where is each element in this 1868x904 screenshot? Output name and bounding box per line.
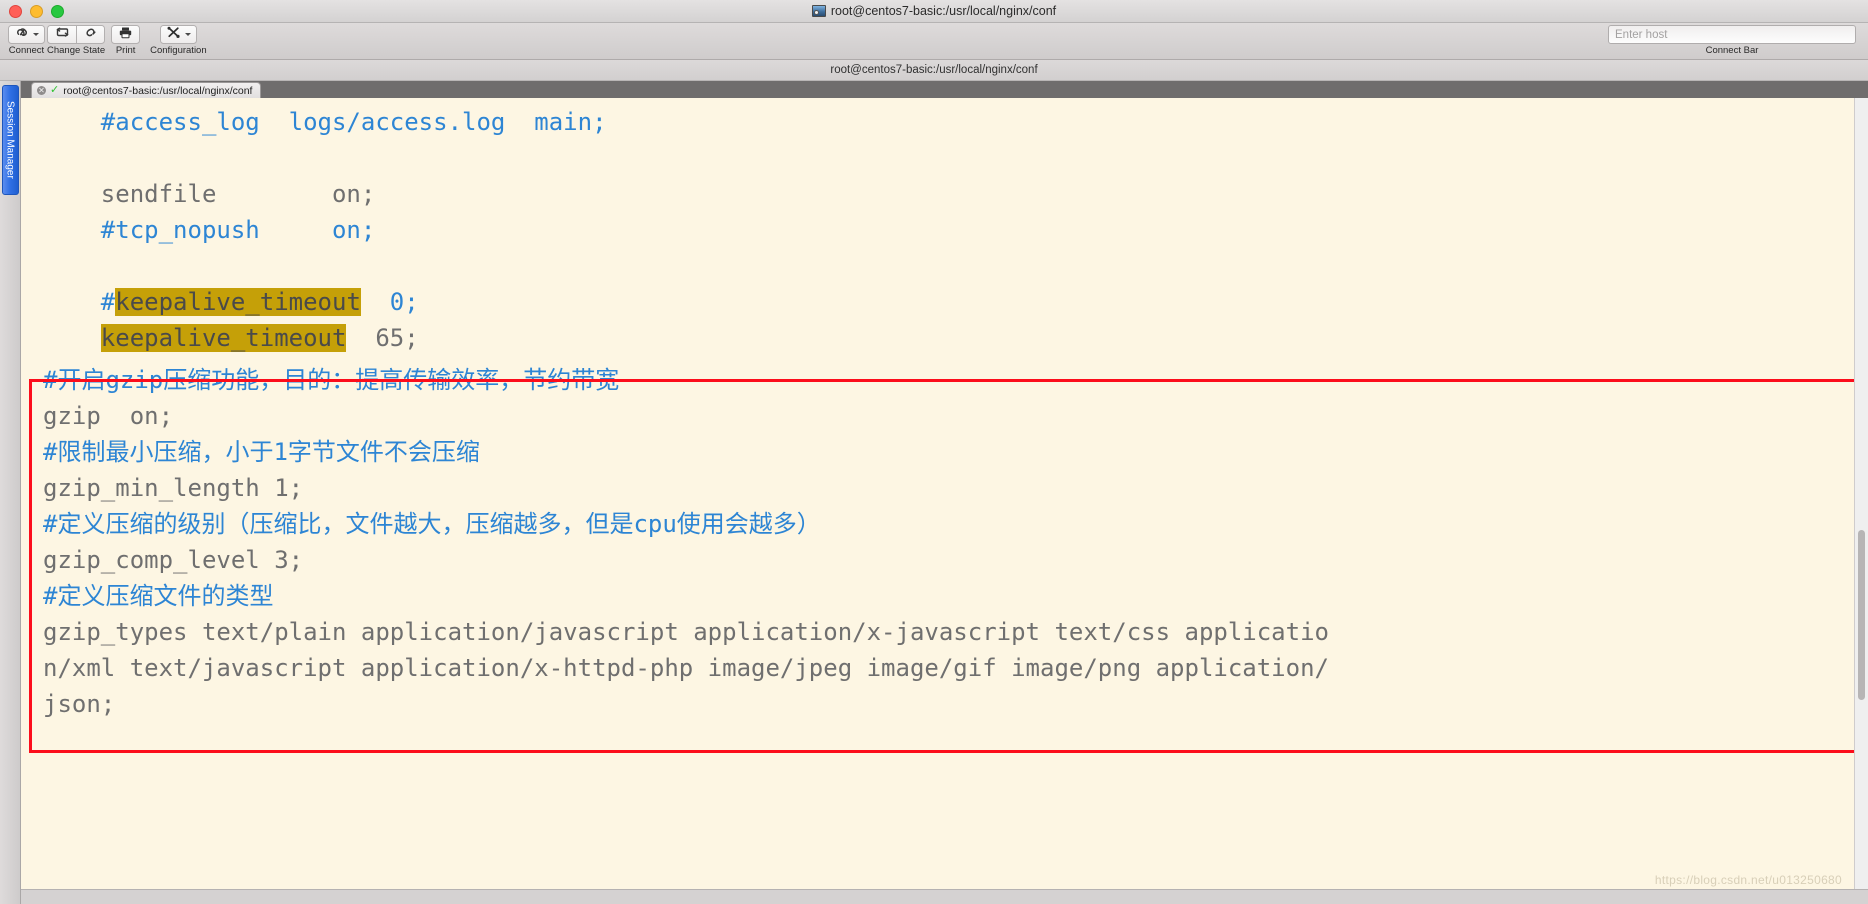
terminal-output[interactable]: #access_log logs/access.log main; sendfi… [21, 98, 1854, 889]
window-title: root@centos7-basic:/usr/local/nginx/conf [830, 4, 1057, 18]
main-toolbar: Connect Change State Print Configuration… [0, 23, 1868, 60]
terminal-scrollbar[interactable] [1854, 98, 1868, 889]
session-path-text: root@centos7-basic:/usr/local/nginx/conf [830, 64, 1038, 76]
tab-session-0[interactable]: ✕ ✓ root@centos7-basic:/usr/local/nginx/… [31, 82, 262, 98]
disconnect-button[interactable] [76, 25, 106, 44]
terminal-line: json; [21, 686, 1854, 722]
session-path-bar: root@centos7-basic:/usr/local/nginx/conf [0, 60, 1868, 81]
terminal-search-highlight: keepalive_timeout [115, 288, 361, 316]
chevron-down-icon[interactable] [33, 33, 39, 36]
terminal-window-icon [811, 5, 826, 17]
terminal-line: gzip_min_length 1; [21, 470, 1854, 506]
sidebar-item-session-manager[interactable]: Session Manager [1, 85, 19, 195]
terminal-area: #access_log logs/access.log main; sendfi… [21, 98, 1868, 889]
terminal-line-text: gzip_min_length 1; [43, 474, 304, 502]
terminal-line-text: gzip on; [43, 402, 174, 430]
print-label: Print [115, 45, 136, 56]
check-icon: ✓ [50, 84, 60, 96]
terminal-line-text [43, 144, 57, 172]
terminal-line-text: sendfile on; [43, 180, 376, 208]
app-body: Session Manager ✕ ✓ root@centos7-basic:/… [0, 81, 1868, 904]
watermark-text: https://blog.csdn.net/u013250680 [1654, 873, 1842, 887]
terminal-line-text: #限制最小压缩，小于1字节文件不会压缩 [43, 438, 480, 466]
close-window-button[interactable] [9, 4, 22, 18]
tab-strip: ✕ ✓ root@centos7-basic:/usr/local/nginx/… [21, 81, 1868, 98]
terminal-line-indent [43, 324, 101, 352]
connect-label: Connect [8, 45, 45, 56]
printer-icon [118, 26, 133, 44]
boxed-config-block: #开启gzip压缩功能，目的：提高传输效率，节约带宽 gzip on; #限制最… [21, 356, 1854, 722]
terminal-search-highlight: keepalive_timeout [100, 324, 347, 352]
disconnect-icon [83, 26, 98, 44]
terminal-line [21, 248, 1854, 284]
terminal-line-hash: # [100, 288, 116, 316]
terminal-line: #keepalive_timeout 0; [21, 284, 1854, 320]
terminal-line-text [43, 252, 57, 280]
terminal-line: gzip on; [21, 398, 1854, 434]
print-button[interactable] [111, 25, 141, 44]
chevron-down-icon[interactable] [184, 33, 191, 36]
connect-bar-group: Connect Bar [1608, 25, 1856, 56]
change-state-label: Change State [47, 45, 106, 56]
terminal-line-text: #定义压缩文件的类型 [43, 582, 274, 610]
close-icon[interactable]: ✕ [37, 86, 46, 95]
left-sidebar: Session Manager [0, 81, 21, 904]
content-column: ✕ ✓ root@centos7-basic:/usr/local/nginx/… [21, 81, 1868, 904]
terminal-line-text: gzip_comp_level 3; [43, 546, 304, 574]
terminal-line-tail: 65; [346, 324, 419, 352]
configuration-button[interactable] [159, 25, 197, 44]
terminal-app-window: root@centos7-basic:/usr/local/nginx/conf [0, 0, 1868, 904]
terminal-line: #定义压缩的级别（压缩比，文件越大，压缩越多，但是cpu使用会越多） [21, 506, 1854, 542]
connect-bar-label: Connect Bar [1705, 45, 1759, 56]
terminal-line-text: gzip_types text/plain application/javasc… [43, 618, 1329, 646]
terminal-line [21, 140, 1854, 176]
configuration-label: Configuration [150, 45, 207, 56]
window-titlebar: root@centos7-basic:/usr/local/nginx/conf [0, 0, 1868, 23]
terminal-line: gzip_comp_level 3; [21, 542, 1854, 578]
terminal-line: #限制最小压缩，小于1字节文件不会压缩 [21, 434, 1854, 470]
maximize-window-button[interactable] [51, 4, 64, 18]
toolbar-item-change-state[interactable]: Change State [47, 25, 105, 56]
reconnect-button[interactable] [47, 25, 77, 44]
reconnect-icon [55, 26, 70, 44]
terminal-line-text: json; [43, 690, 116, 718]
toolbar-item-print[interactable]: Print [111, 25, 141, 56]
terminal-line: #定义压缩文件的类型 [21, 578, 1854, 614]
host-input[interactable] [1608, 25, 1856, 44]
status-strip [21, 889, 1868, 904]
terminal-line: #开启gzip压缩功能，目的：提高传输效率，节约带宽 [21, 362, 1854, 398]
terminal-line-indent [43, 288, 101, 316]
tab-title: root@centos7-basic:/usr/local/nginx/conf [63, 84, 253, 97]
toolbar-item-configuration[interactable]: Configuration [150, 25, 207, 56]
terminal-line-text: n/xml text/javascript application/x-http… [43, 654, 1329, 682]
connect-button[interactable] [8, 25, 45, 44]
tools-icon [166, 26, 182, 44]
terminal-line: keepalive_timeout 65; [21, 320, 1854, 356]
terminal-line-text: #定义压缩的级别（压缩比，文件越大，压缩越多，但是cpu使用会越多） [43, 510, 821, 538]
terminal-line: #tcp_nopush on; [21, 212, 1854, 248]
traffic-lights [0, 4, 64, 18]
terminal-line: #access_log logs/access.log main; [21, 104, 1854, 140]
minimize-window-button[interactable] [30, 4, 43, 18]
terminal-line: gzip_types text/plain application/javasc… [21, 614, 1854, 650]
terminal-line-text: #开启gzip压缩功能，目的：提高传输效率，节约带宽 [43, 366, 620, 394]
terminal-line-tail: 0; [360, 288, 419, 316]
scrollbar-thumb[interactable] [1858, 530, 1865, 700]
link-icon [14, 26, 30, 44]
terminal-line-text: #tcp_nopush on; [43, 216, 376, 244]
terminal-line: sendfile on; [21, 176, 1854, 212]
window-title-group: root@centos7-basic:/usr/local/nginx/conf [0, 4, 1868, 18]
session-manager-label: Session Manager [4, 101, 16, 179]
terminal-line-text: #access_log logs/access.log main; [43, 108, 607, 136]
terminal-line: n/xml text/javascript application/x-http… [21, 650, 1854, 686]
toolbar-item-connect[interactable]: Connect [8, 25, 45, 56]
